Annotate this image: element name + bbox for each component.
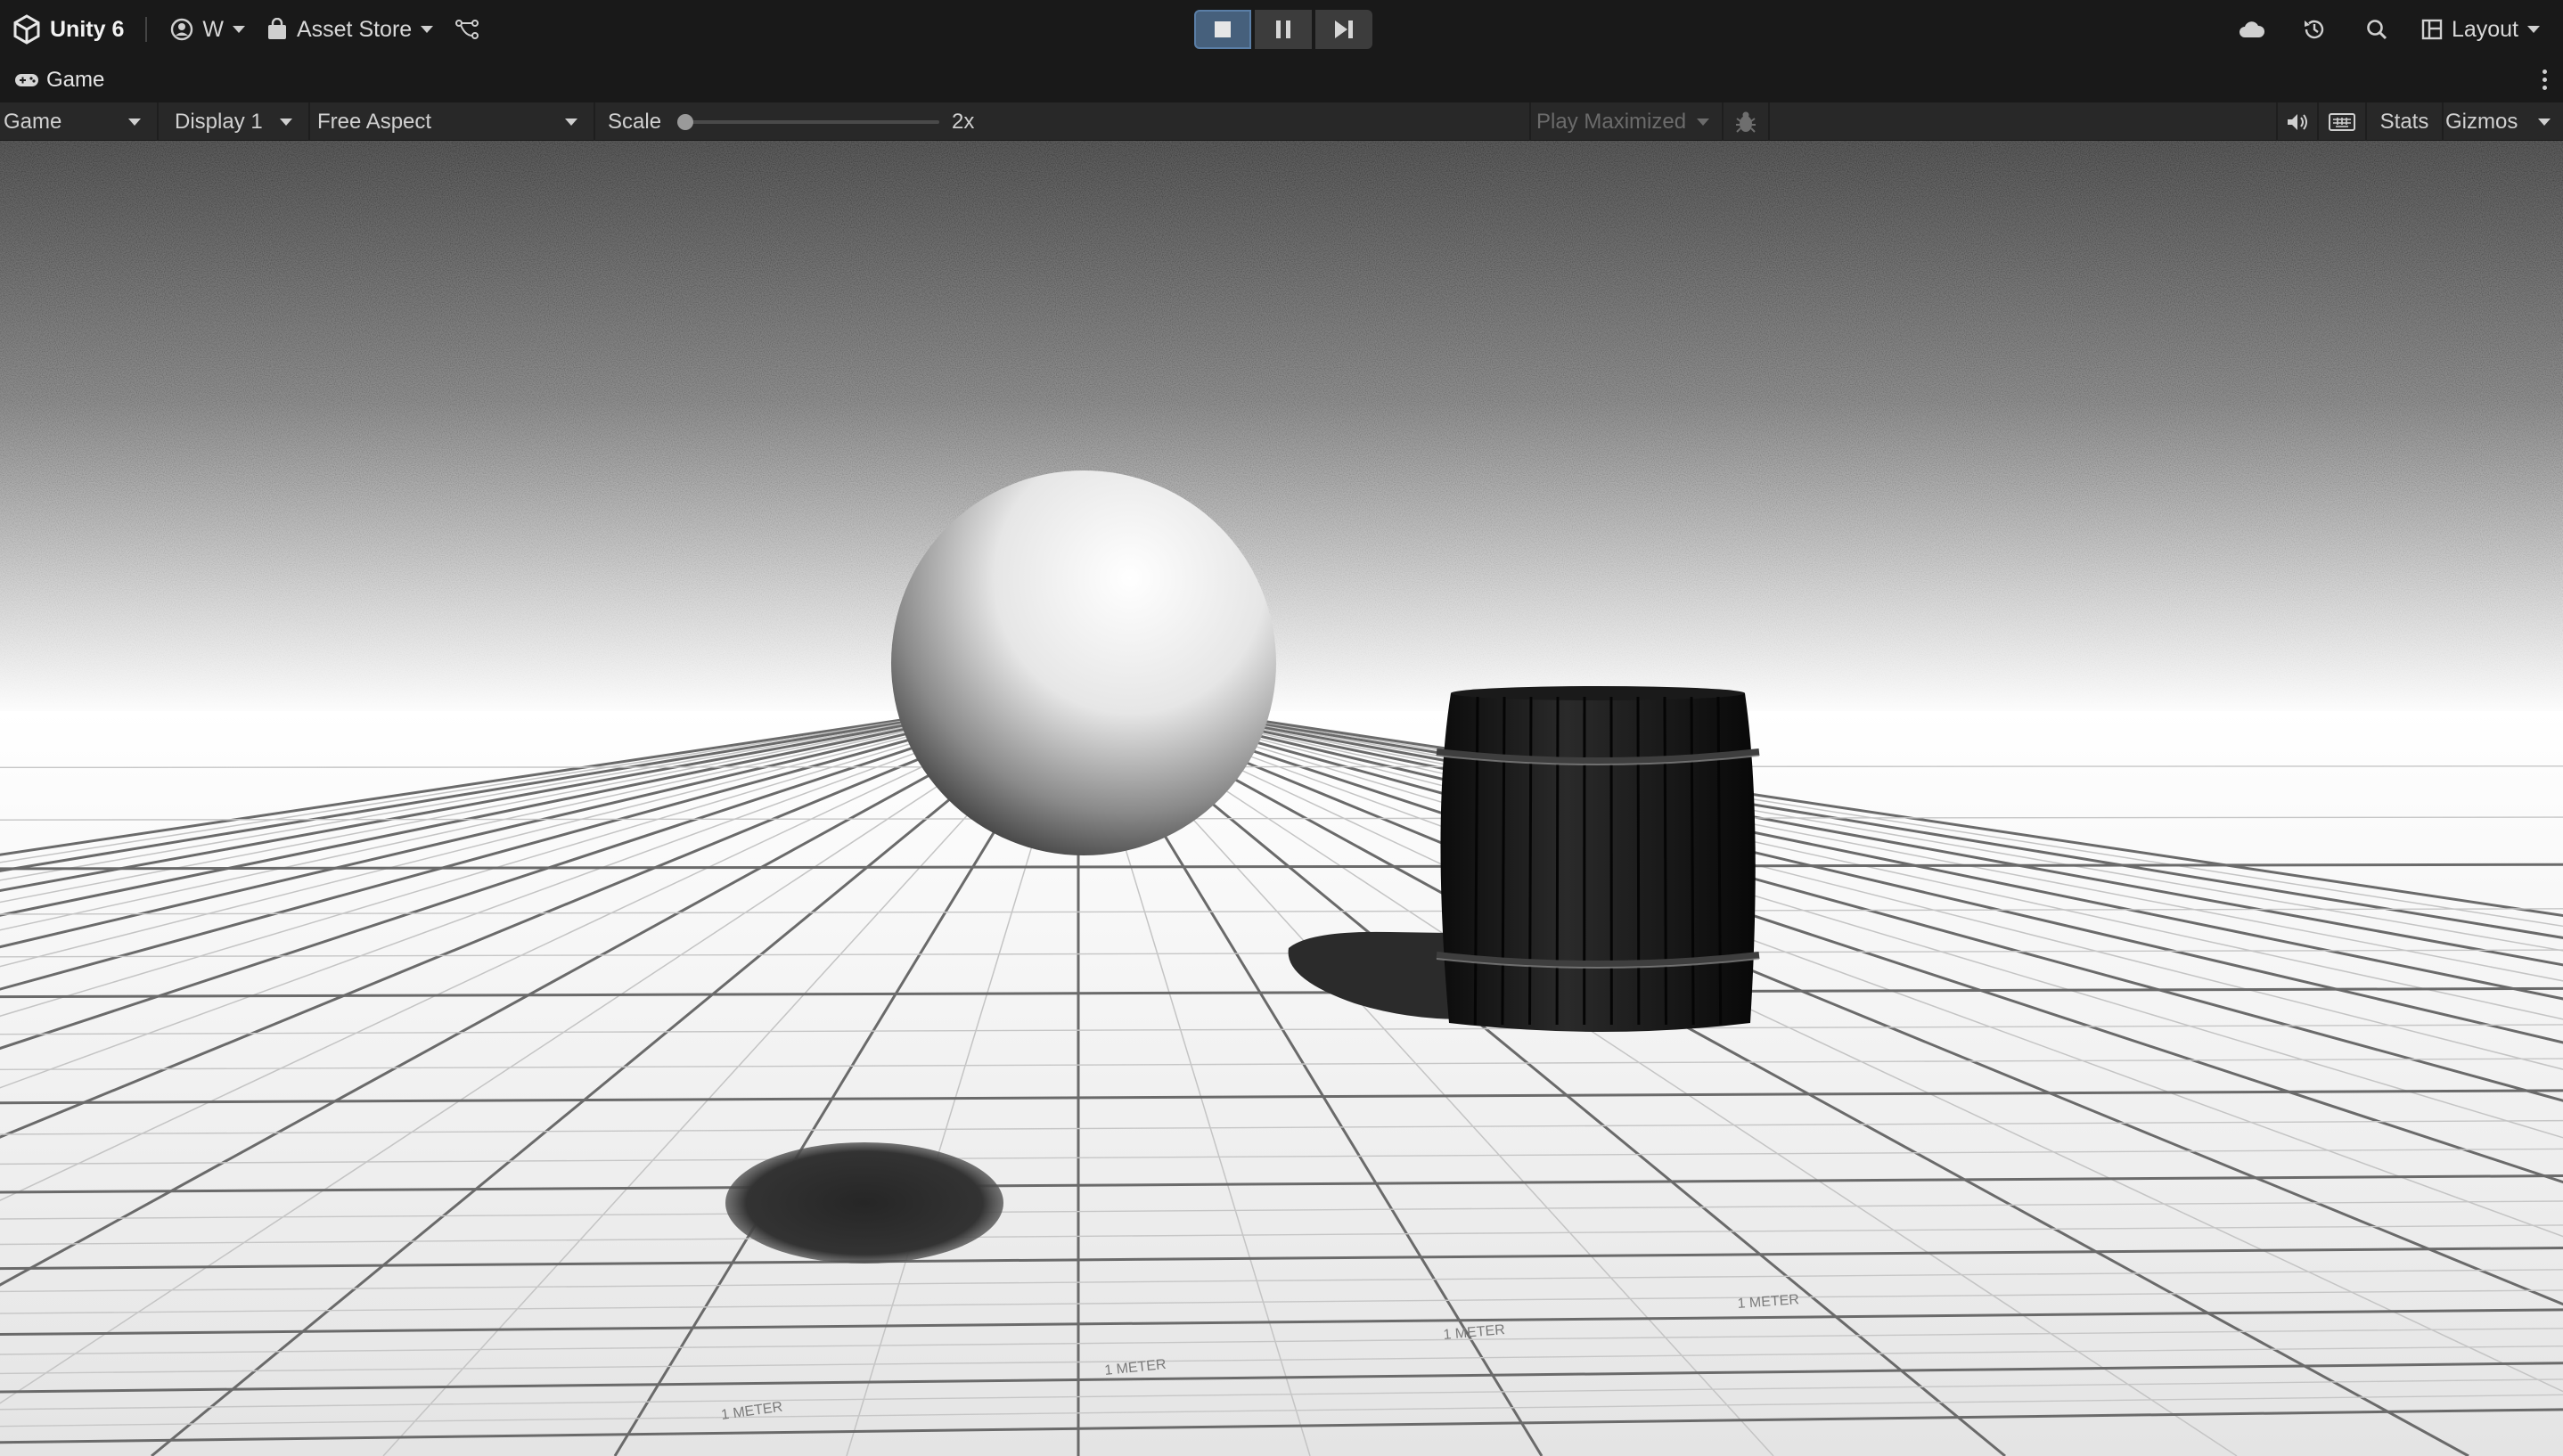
speaker-icon — [2288, 114, 2307, 130]
keyboard-icon — [2329, 113, 2355, 131]
display-dropdown[interactable]: Display 1 — [159, 102, 310, 142]
pause-icon — [1276, 20, 1290, 38]
scale-value: 2x — [952, 110, 975, 134]
gizmos-label: Gizmos — [2445, 110, 2518, 134]
main-toolbar: Unity 6 W Asset Store Layout — [0, 0, 2563, 59]
chevron-down-icon — [280, 119, 292, 126]
search-button[interactable] — [2352, 10, 2402, 49]
view-mode-dropdown[interactable]: Game — [0, 102, 159, 142]
history-icon — [2304, 20, 2324, 39]
game-scene: 1 METER 1 METER 1 METER 1 METER — [0, 141, 2563, 1456]
play-mode-label: Play Maximized — [1536, 110, 1687, 134]
account-icon — [171, 18, 193, 41]
play-mode-dropdown[interactable]: Play Maximized — [1529, 102, 1724, 142]
toolbar-right: Layout — [2215, 0, 2551, 59]
chevron-down-icon — [565, 119, 577, 126]
window-tab-bar: Game — [0, 59, 2563, 102]
unity-brand[interactable]: Unity 6 — [12, 14, 133, 45]
more-options-icon[interactable] — [2543, 70, 2547, 90]
aspect-dropdown[interactable]: Free Aspect — [310, 102, 595, 142]
layout-icon — [2421, 19, 2443, 40]
shopping-bag-icon — [267, 18, 286, 39]
cloud-icon — [2239, 21, 2264, 37]
stop-icon — [1215, 21, 1231, 37]
chevron-down-icon — [1697, 119, 1709, 126]
shortcuts-button[interactable] — [2317, 102, 2365, 142]
account-label: W — [202, 16, 224, 42]
search-icon — [2367, 20, 2387, 40]
sphere-shadow — [725, 1142, 1003, 1264]
chevron-down-icon — [2527, 26, 2540, 33]
layout-dropdown[interactable]: Layout — [2411, 10, 2551, 49]
display-label: Display 1 — [175, 110, 263, 134]
aspect-label: Free Aspect — [317, 110, 432, 134]
chevron-down-icon — [232, 26, 245, 33]
chevron-down-icon — [128, 119, 141, 126]
gizmos-dropdown[interactable]: Gizmos — [2442, 102, 2563, 142]
version-control-icon — [455, 20, 479, 39]
stats-label: Stats — [2379, 110, 2429, 134]
layout-label: Layout — [2451, 16, 2518, 42]
chevron-down-icon — [421, 26, 434, 33]
cloud-button[interactable] — [2227, 10, 2277, 49]
scale-slider[interactable] — [677, 114, 940, 130]
step-button[interactable] — [1315, 10, 1372, 49]
tab-game[interactable]: Game — [0, 68, 104, 93]
gamepad-icon — [15, 74, 38, 86]
mute-audio-button[interactable] — [2276, 102, 2317, 142]
sphere — [891, 470, 1276, 855]
version-control-button[interactable] — [444, 10, 490, 49]
game-view-toolbar: Game Display 1 Free Aspect Scale 2x Play… — [0, 102, 2563, 142]
asset-store-dropdown[interactable]: Asset Store — [256, 10, 444, 49]
toolbar-left: Unity 6 W Asset Store — [12, 0, 490, 59]
history-button[interactable] — [2289, 10, 2339, 49]
floor-plane — [0, 711, 2563, 1456]
game-viewport[interactable]: 1 METER 1 METER 1 METER 1 METER — [0, 141, 2563, 1456]
step-forward-icon — [1335, 20, 1353, 38]
stop-button[interactable] — [1194, 10, 1251, 49]
brand-name: Unity 6 — [50, 16, 125, 42]
view-mode-label: Game — [4, 110, 62, 134]
account-dropdown[interactable]: W — [160, 10, 256, 49]
barrel — [1436, 686, 1760, 1032]
scale-control: Scale 2x — [608, 102, 974, 142]
playmode-controls — [1194, 0, 1372, 59]
bug-icon — [1736, 111, 1756, 133]
scale-slider-handle[interactable] — [677, 114, 694, 130]
stats-button[interactable]: Stats — [2365, 102, 2442, 142]
pause-button[interactable] — [1255, 10, 1312, 49]
unity-logo-icon — [13, 14, 40, 45]
toolbar-divider — [145, 17, 148, 42]
debug-button[interactable] — [1724, 102, 1770, 142]
tab-label: Game — [46, 68, 105, 92]
asset-store-label: Asset Store — [296, 16, 413, 42]
chevron-down-icon — [2538, 119, 2551, 126]
scale-label: Scale — [608, 110, 662, 134]
